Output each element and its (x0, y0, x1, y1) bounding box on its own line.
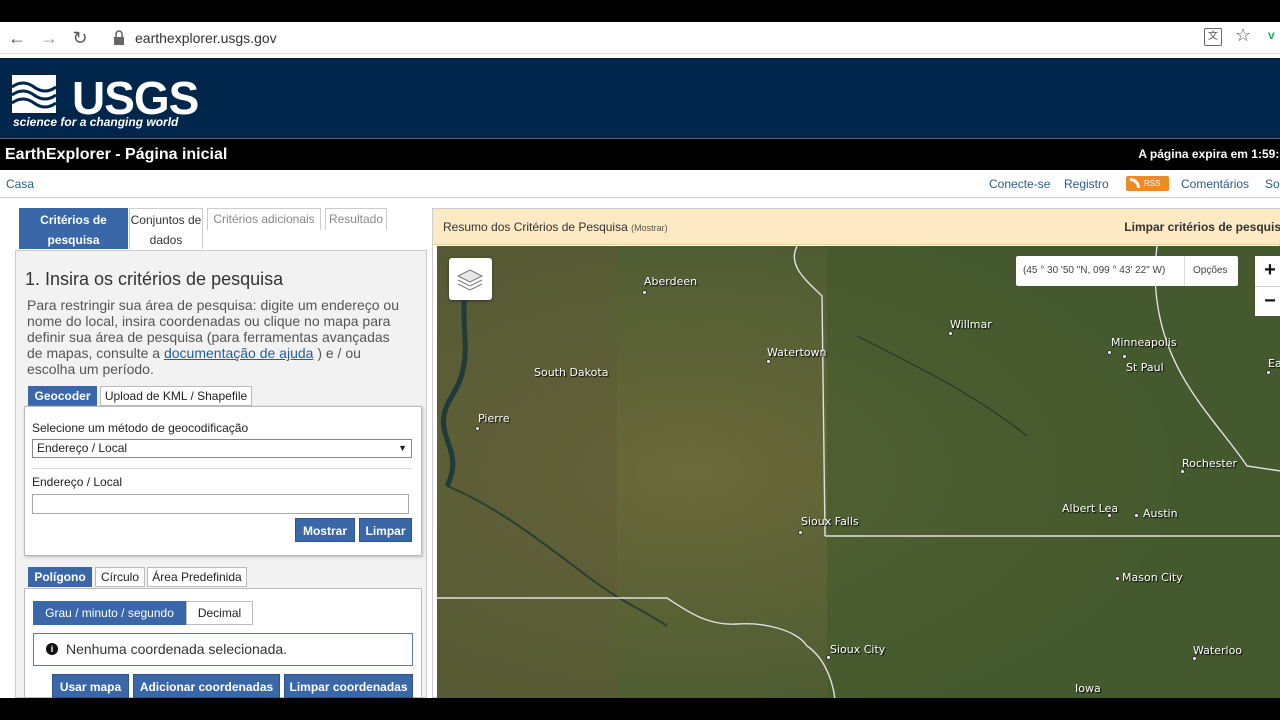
rss-icon (1130, 178, 1140, 188)
divider (32, 468, 412, 469)
city-label-sioux-city: Sioux City (830, 643, 886, 656)
url-field[interactable]: earthexplorer.usgs.gov (135, 30, 277, 46)
bottom-black-strip (0, 698, 1280, 720)
show-button[interactable]: Mostrar (295, 518, 355, 542)
city-dot (1122, 354, 1127, 359)
clear-criteria-link[interactable]: Limpar critérios de pesquis (1124, 220, 1280, 234)
city-dot (798, 530, 803, 535)
translate-icon[interactable]: 文 (1204, 28, 1222, 46)
use-map-button[interactable]: Usar mapa (52, 674, 129, 698)
tab-search-criteria[interactable]: Critérios de pesquisa (19, 208, 128, 249)
reload-icon[interactable]: ↻ (68, 26, 92, 50)
format-decimal-button[interactable]: Decimal (186, 601, 253, 625)
address-input[interactable] (32, 494, 409, 514)
map-options-button[interactable]: Opções (1184, 256, 1227, 286)
usgs-tagline: science for a changing world (13, 115, 179, 129)
summary-show-toggle[interactable]: (Mostrar) (631, 223, 668, 233)
nav-home-link[interactable]: Casa (6, 177, 34, 191)
zoom-out-button[interactable]: − (1255, 286, 1280, 316)
tab-predefined-area[interactable]: Área Predefinida (147, 567, 247, 587)
add-coordinates-button[interactable]: Adicionar coordenadas (133, 674, 280, 698)
city-label-watertown: Watertown (767, 346, 827, 359)
rss-link[interactable]: RSS (1126, 176, 1169, 191)
nav-feedback-link[interactable]: Comentários (1181, 177, 1249, 191)
city-dot (642, 290, 647, 295)
tab-circle[interactable]: Círculo (95, 567, 145, 587)
city-label-st-paul: St Paul (1126, 361, 1164, 374)
city-label-pierre: Pierre (478, 412, 510, 425)
page-title: EarthExplorer - Página inicial (5, 146, 228, 163)
session-expire-text: A página expira em 1:59:5 (1138, 147, 1280, 161)
map-panel: Resumo dos Critérios de Pesquisa (Mostra… (432, 208, 1280, 699)
criteria-panel: 1. Insira os critérios de pesquisa Para … (15, 250, 427, 698)
main-content: Critérios de pesquisa Conjuntos de dados… (0, 198, 1280, 699)
clear-coordinates-button[interactable]: Limpar coordenadas (284, 674, 413, 698)
geocode-method-label: Selecione um método de geocodificação (32, 421, 249, 435)
city-label-mason-city: Mason City (1122, 571, 1183, 584)
coordinates-box: Grau / minuto / segundo Decimal i Nenhuma… (24, 588, 422, 698)
browser-toolbar: ← → ↻ earthexplorer.usgs.gov 文 ☆ v (0, 22, 1280, 54)
city-label-ea: Ea (1268, 357, 1280, 370)
usgs-wave-icon (12, 75, 56, 113)
coordinate-readout: (45 ° 30 '50 "N, 099 ° 43' 22" W) Opções (1016, 256, 1238, 286)
criteria-heading: 1. Insira os critérios de pesquisa (25, 269, 284, 289)
criteria-summary-bar: Resumo dos Critérios de Pesquisa (Mostra… (433, 209, 1280, 245)
city-dot (475, 426, 480, 431)
city-dot (948, 331, 953, 336)
forward-arrow-icon[interactable]: → (37, 26, 61, 50)
criteria-summary-title[interactable]: Resumo dos Critérios de Pesquisa (Mostra… (443, 220, 668, 234)
city-label-albert-lea: Albert Lea (1062, 502, 1119, 515)
layers-button[interactable] (449, 258, 492, 300)
criteria-description: Para restringir sua área de pesquisa: di… (27, 297, 399, 377)
state-label-south-dakota: South Dakota (534, 366, 609, 379)
nav-bar: Casa Conecte-se Registro RSS Comentários… (0, 170, 1280, 198)
tab-kml-upload[interactable]: Upload de KML / Shapefile (100, 386, 252, 406)
city-label-aberdeen: Aberdeen (644, 275, 698, 288)
city-label-sioux-falls: Sioux Falls (801, 515, 859, 528)
usgs-logo[interactable]: USGS science for a changing world (12, 67, 199, 129)
format-dms-button[interactable]: Grau / minuto / segundo (33, 601, 186, 625)
extension-icon[interactable]: v (1268, 28, 1275, 42)
top-black-strip (0, 0, 1280, 22)
state-label-iowa: Iowa (1075, 682, 1101, 695)
address-label: Endereço / Local (32, 475, 123, 489)
title-bar: EarthExplorer - Página inicial A página … (0, 138, 1280, 170)
dropdown-arrow-icon: ▼ (398, 443, 407, 453)
city-label-austin: Austin (1143, 507, 1178, 520)
tab-results[interactable]: Resultado (325, 208, 387, 230)
city-dot (1266, 370, 1271, 375)
nav-login-link[interactable]: Conecte-se (989, 177, 1050, 191)
geocode-method-select[interactable]: Endereço / Local ▼ (32, 439, 412, 458)
city-label-rochester: Rochester (1182, 457, 1237, 470)
geocoder-box: Selecione um método de geocodificação En… (24, 406, 422, 556)
bookmark-star-icon[interactable]: ☆ (1235, 25, 1251, 46)
lock-icon (114, 30, 124, 45)
city-dot (1107, 350, 1112, 355)
cursor-coordinates: (45 ° 30 '50 "N, 099 ° 43' 22" W) (1023, 265, 1166, 276)
zoom-in-button[interactable]: + (1255, 256, 1280, 286)
map-terrain (437, 246, 1280, 699)
city-dot (766, 359, 771, 364)
tab-geocoder[interactable]: Geocoder (28, 386, 97, 406)
left-panel: Critérios de pesquisa Conjuntos de dados… (15, 206, 427, 698)
tab-additional-criteria[interactable]: Critérios adicionais (207, 208, 321, 230)
no-coordinate-message: i Nenhuma coordenada selecionada. (33, 633, 413, 666)
info-icon: i (46, 643, 58, 655)
layers-icon (456, 269, 484, 291)
city-label-minneapolis: Minneapolis (1111, 336, 1177, 349)
usgs-header: USGS science for a changing world (0, 58, 1280, 138)
back-arrow-icon[interactable]: ← (5, 26, 29, 50)
city-dot (1115, 576, 1120, 581)
city-label-willmar: Willmar (950, 318, 992, 331)
tab-datasets[interactable]: Conjuntos de dados (129, 208, 203, 249)
clear-button[interactable]: Limpar (359, 518, 412, 542)
city-label-waterloo: Waterloo (1193, 644, 1243, 657)
city-dot (1134, 513, 1139, 518)
satellite-map[interactable]: Aberdeen Willmar Watertown Minneapolis S… (437, 246, 1280, 699)
tab-polygon[interactable]: Polígono (28, 567, 92, 587)
nav-register-link[interactable]: Registro (1064, 177, 1109, 191)
help-docs-link[interactable]: documentação de ajuda (164, 345, 313, 361)
nav-more-link[interactable]: So (1265, 177, 1280, 191)
